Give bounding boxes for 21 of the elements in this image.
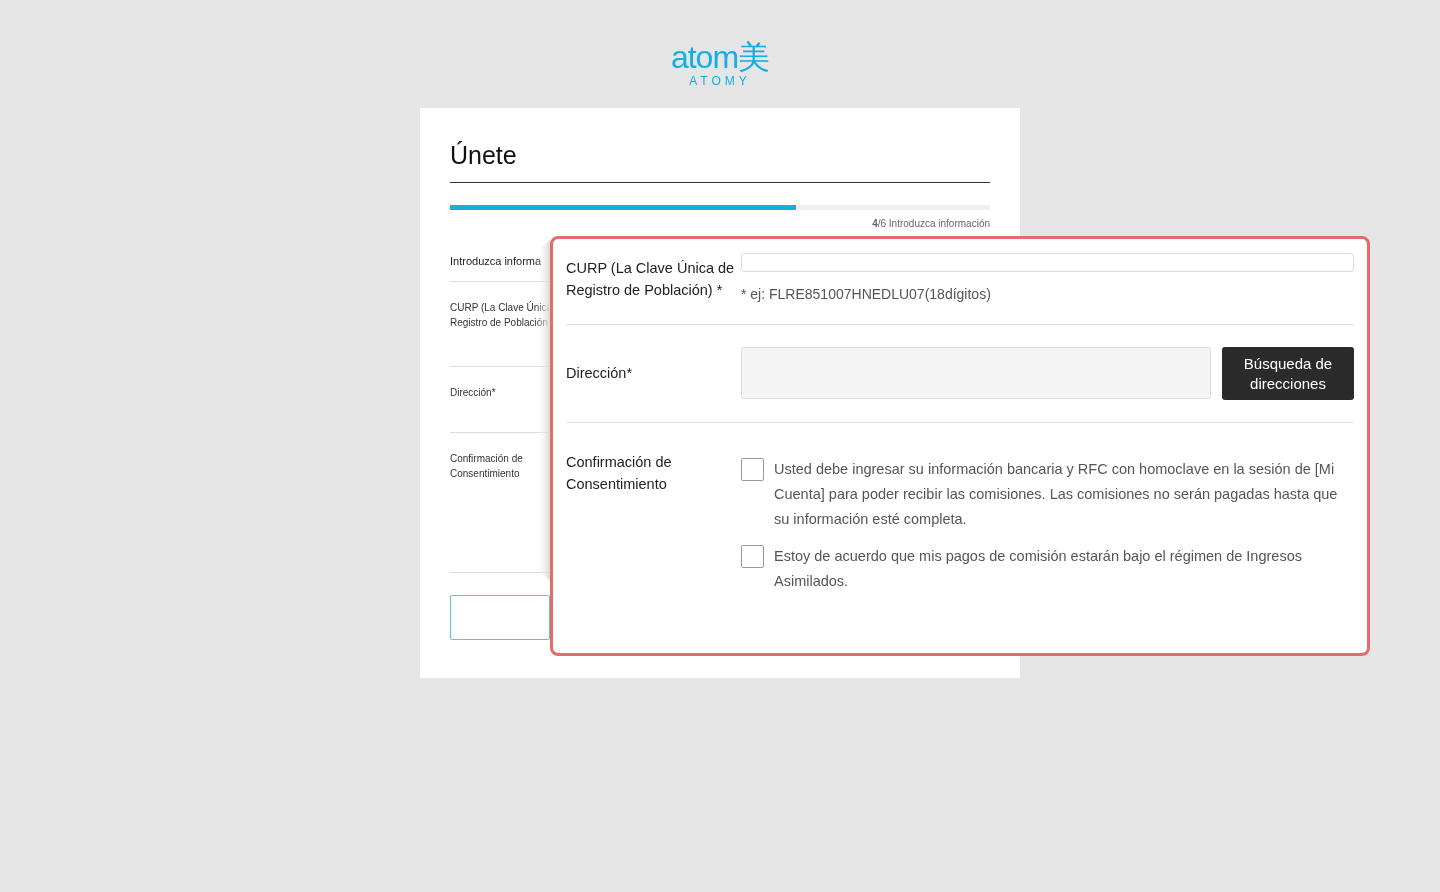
page-title: Únete <box>450 140 517 170</box>
section-title: Introduzca informa <box>450 255 542 267</box>
step-indicator: 4/6 Introduzca información <box>872 218 990 229</box>
consent-text: Usted debe ingresar su información bancaria y RFC con homoclave en la sesión de [Mi Cuenta] para poder recibir las comisiones. Las comisiones no serán pagadas hasta que su información esté completa. <box>774 460 1339 529</box>
field-label: Confirmación de Consentimiento <box>566 453 673 494</box>
checkbox[interactable] <box>741 545 764 568</box>
field-label: Dirección* <box>566 364 634 383</box>
outline-button[interactable] <box>450 595 550 640</box>
address-search-button[interactable]: Búsqueda de direcciones <box>1222 347 1354 400</box>
field-label: Confirmación de <box>450 452 524 466</box>
curp-input[interactable] <box>741 253 1354 272</box>
field-label: Registro de Población <box>450 316 549 330</box>
address-input[interactable] <box>741 347 1211 399</box>
field-label: Dirección* <box>450 386 497 400</box>
consent-text: Estoy de acuerdo que mis pagos de comisión estarán bajo el régimen de Ingresos Asimilados. <box>774 547 1303 591</box>
logo-mark: atom美 <box>670 40 770 74</box>
logo-name: ATOMY <box>689 74 751 88</box>
field-hint: * ej: FLRE851007HNEDLU07(18dígitos) <box>741 286 992 302</box>
checkbox[interactable] <box>741 458 764 481</box>
field-label: Consentimiento <box>450 467 521 481</box>
field-label: CURP (La Clave Única de Registro de Población) * <box>566 259 736 300</box>
